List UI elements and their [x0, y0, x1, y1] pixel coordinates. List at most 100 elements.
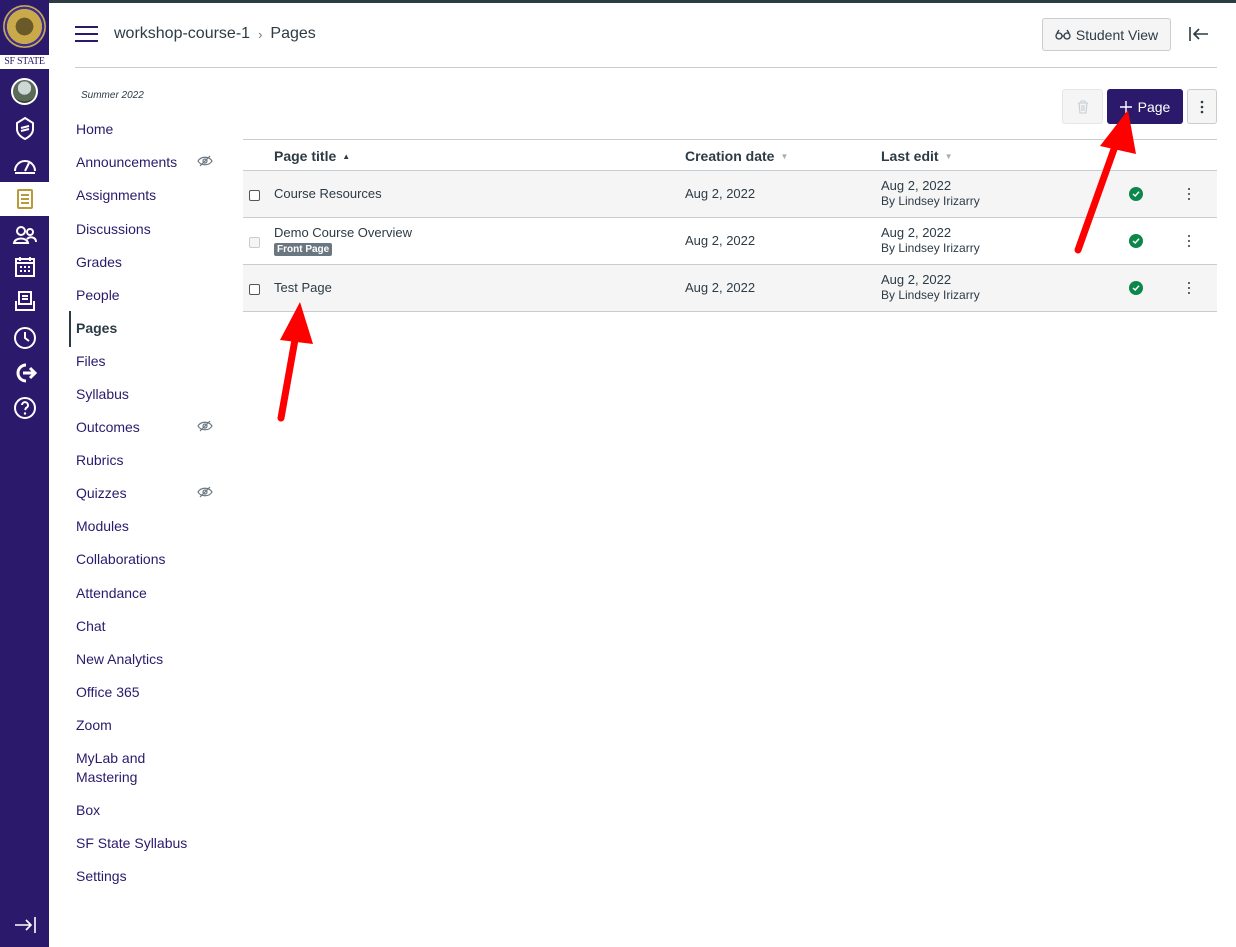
creation-date: Aug 2, 2022: [685, 186, 756, 201]
course-nav-modules[interactable]: Modules: [76, 517, 226, 536]
course-header: workshop-course-1 › Pages Student View: [75, 0, 1217, 68]
trash-icon: [1077, 99, 1088, 114]
page-title-link[interactable]: Course Resources: [274, 186, 382, 201]
last-edit-date: Aug 2, 2022: [881, 225, 952, 240]
expand-icon: [14, 917, 36, 933]
course-nav-grades[interactable]: Grades: [76, 253, 226, 272]
row-options-kebab-icon[interactable]: [1183, 279, 1195, 297]
hamburger-line: [75, 33, 98, 35]
course-nav-new-analytics[interactable]: New Analytics: [76, 650, 226, 669]
breadcrumb: workshop-course-1 › Pages: [114, 25, 316, 43]
course-nav-office-365[interactable]: Office 365: [76, 683, 226, 702]
global-nav-dashboard[interactable]: [0, 148, 49, 182]
hamburger-menu-button[interactable]: [75, 24, 98, 44]
table-header: Page title ▲ Creation date ▼ Last edit ▼: [243, 139, 1217, 171]
column-header-last-edit[interactable]: Last edit ▼: [881, 148, 953, 164]
active-indicator: [69, 311, 71, 347]
global-nav-commons[interactable]: [0, 356, 49, 390]
hidden-eye-icon: [197, 155, 213, 167]
sort-desc-icon: ▼: [780, 152, 789, 161]
row-checkbox[interactable]: [249, 190, 260, 201]
global-nav-account[interactable]: [0, 74, 49, 108]
course-nav-quizzes[interactable]: Quizzes: [76, 484, 226, 503]
column-label: Last edit: [881, 148, 939, 164]
help-icon: [13, 397, 36, 419]
student-view-label: Student View: [1075, 26, 1159, 43]
last-edit-by: By Lindsey Irizarry: [881, 288, 980, 302]
global-nav: SF STATE: [0, 0, 49, 947]
dashboard-icon: [13, 160, 36, 174]
course-nav-settings[interactable]: Settings: [76, 867, 226, 886]
course-nav-mylab[interactable]: MyLab and Mastering: [76, 749, 156, 787]
row-options-kebab-icon[interactable]: [1183, 185, 1195, 203]
course-nav-rubrics[interactable]: Rubrics: [76, 451, 226, 470]
plus-icon: [1119, 100, 1132, 113]
creation-date: Aug 2, 2022: [685, 233, 756, 248]
published-check-icon[interactable]: [1129, 187, 1143, 201]
last-edit-by: By Lindsey Irizarry: [881, 241, 980, 255]
chevron-right-icon: ›: [258, 26, 263, 42]
front-page-badge: Front Page: [274, 243, 333, 256]
course-nav-sf-state-syllabus[interactable]: SF State Syllabus: [76, 834, 226, 853]
last-edit-by: By Lindsey Irizarry: [881, 194, 980, 208]
hidden-eye-icon: [197, 420, 213, 432]
glasses-icon: [1055, 29, 1071, 40]
shield-icon: [15, 116, 34, 141]
hidden-eye-icon: [197, 486, 213, 498]
breadcrumb-course-link[interactable]: workshop-course-1: [114, 25, 250, 43]
course-nav-zoom[interactable]: Zoom: [76, 716, 226, 735]
course-nav-label: Announcements: [76, 154, 178, 170]
row-checkbox[interactable]: [249, 284, 260, 295]
university-seal-icon: [3, 5, 46, 48]
student-view-button[interactable]: Student View: [1042, 18, 1171, 51]
hamburger-line: [75, 26, 98, 28]
clock-icon: [13, 327, 36, 349]
published-check-icon[interactable]: [1129, 234, 1143, 248]
course-nav-syllabus[interactable]: Syllabus: [76, 385, 226, 404]
published-check-icon[interactable]: [1129, 281, 1143, 295]
user-avatar: [11, 77, 38, 105]
global-nav-courses[interactable]: [0, 182, 49, 216]
global-nav-help[interactable]: [0, 391, 49, 425]
collapse-sidebar-icon[interactable]: [1188, 24, 1210, 44]
course-nav-chat[interactable]: Chat: [76, 617, 226, 636]
global-nav-history[interactable]: [0, 321, 49, 355]
course-nav-people[interactable]: People: [76, 286, 226, 305]
page-title-link[interactable]: Test Page: [274, 280, 332, 295]
expand-nav-button[interactable]: [0, 908, 49, 942]
course-nav-files[interactable]: Files: [76, 352, 226, 371]
page-title-link[interactable]: Demo Course Overview: [274, 225, 412, 240]
table-row: Test Page Aug 2, 2022 Aug 2, 2022 By Lin…: [243, 265, 1217, 312]
institution-logo[interactable]: SF STATE: [0, 2, 49, 70]
last-edit-date: Aug 2, 2022: [881, 272, 952, 287]
global-nav-calendar[interactable]: [0, 250, 49, 284]
course-nav-box[interactable]: Box: [76, 801, 226, 820]
row-options-kebab-icon[interactable]: [1183, 232, 1195, 250]
course-nav-collaborations[interactable]: Collaborations: [76, 550, 226, 569]
course-nav-announcements[interactable]: Announcements: [76, 153, 226, 172]
logo-text: SF STATE: [0, 55, 49, 69]
term-label: Summer 2022: [81, 90, 144, 101]
add-page-button[interactable]: Page: [1107, 89, 1183, 124]
sort-asc-icon: ▲: [342, 152, 351, 161]
global-nav-inbox[interactable]: [0, 284, 49, 318]
course-nav-label: Outcomes: [76, 419, 140, 435]
global-nav-groups[interactable]: [0, 218, 49, 252]
column-header-title[interactable]: Page title ▲: [274, 148, 350, 164]
add-page-label: Page: [1137, 98, 1171, 115]
course-nav-pages[interactable]: Pages: [76, 319, 226, 338]
course-nav-home[interactable]: Home: [76, 120, 226, 139]
course-nav-assignments[interactable]: Assignments: [76, 186, 226, 205]
column-header-created[interactable]: Creation date ▼: [685, 148, 788, 164]
sort-desc-icon: ▼: [944, 152, 953, 161]
table-row: Course Resources Aug 2, 2022 Aug 2, 2022…: [243, 171, 1217, 218]
course-nav-outcomes[interactable]: Outcomes: [76, 418, 226, 437]
last-edit-date: Aug 2, 2022: [881, 178, 952, 193]
delete-pages-button[interactable]: [1062, 89, 1103, 124]
more-options-button[interactable]: [1187, 89, 1217, 124]
course-nav-attendance[interactable]: Attendance: [76, 584, 226, 603]
commons-icon: [16, 363, 37, 383]
course-nav-discussions[interactable]: Discussions: [76, 220, 226, 239]
global-nav-admin[interactable]: [0, 111, 49, 145]
groups-icon: [12, 226, 37, 244]
